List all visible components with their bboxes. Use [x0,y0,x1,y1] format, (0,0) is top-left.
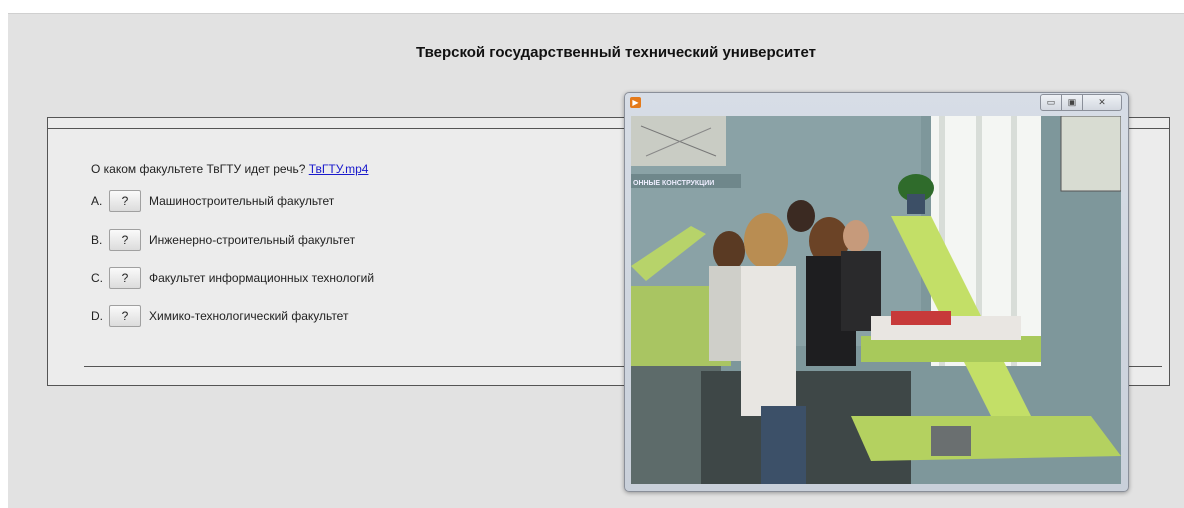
option-b-button[interactable]: ? [109,229,141,251]
video-frame[interactable]: ОННЫЕ КОНСТРУКЦИИ [631,116,1121,484]
close-button[interactable]: ✕ [1083,94,1122,111]
option-text: Химико-технологический факультет [149,309,349,323]
media-link[interactable]: ТвГТУ.mp4 [309,162,369,176]
option-letter: D. [91,309,103,323]
media-player-window[interactable]: ▶ ▭ ▣ ✕ ОННЫЕ КОНСТРУКЦИИ [624,92,1129,492]
option-letter: B. [91,233,103,247]
option-c: C. ? Факультет информационных технологий [91,267,374,289]
poster-sign: ОННЫЕ КОНСТРУКЦИИ [633,180,714,187]
option-a: A. ? Машиностроительный факультет [91,190,334,212]
question-text: О каком факультете ТвГТУ идет речь? [91,162,306,176]
option-letter: A. [91,194,103,208]
option-text: Факультет информационных технологий [149,271,375,285]
option-b: B. ? Инженерно-строительный факультет [91,229,355,251]
page-title: Тверской государственный технический уни… [415,44,817,61]
question: О каком факультете ТвГТУ идет речь? ТвГТ… [91,162,368,176]
video-scene: ОННЫЕ КОНСТРУКЦИИ [631,116,1121,484]
minimize-button[interactable]: ▭ [1040,94,1062,111]
option-d: D. ? Химико-технологический факультет [91,305,348,327]
option-text: Инженерно-строительный факультет [149,233,356,247]
option-c-button[interactable]: ? [109,267,141,289]
option-letter: C. [91,271,103,285]
option-a-button[interactable]: ? [109,190,141,212]
option-d-button[interactable]: ? [109,305,141,327]
maximize-button[interactable]: ▣ [1062,94,1083,111]
window-controls: ▭ ▣ ✕ [1040,94,1122,111]
option-text: Машиностроительный факультет [149,194,335,208]
media-player-icon[interactable]: ▶ [630,97,641,108]
